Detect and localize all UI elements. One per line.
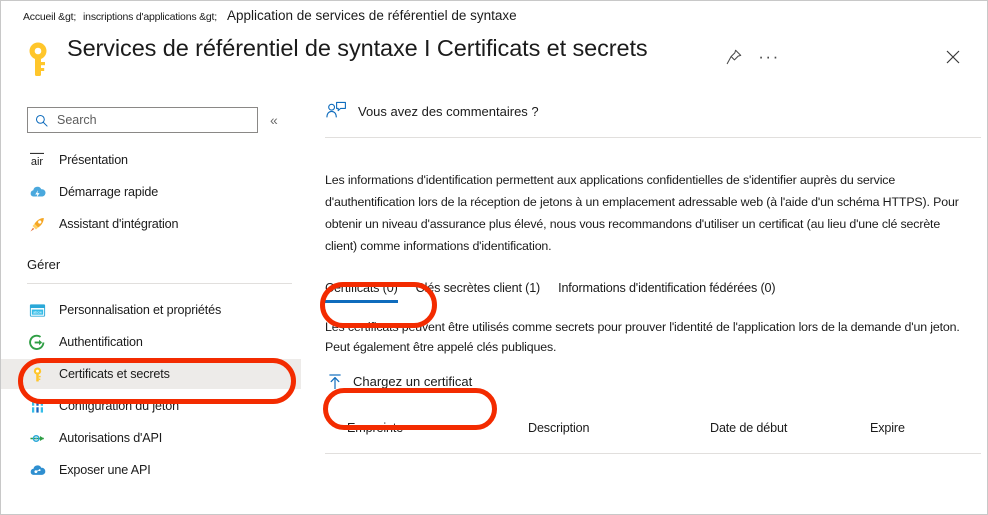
sidebar-item-assistant-integration[interactable]: Assistant d'intégration: [1, 209, 301, 239]
sidebar-item-label: Certificats et secrets: [59, 367, 170, 381]
feedback-button[interactable]: Vous avez des commentaires ?: [325, 101, 539, 121]
cloud-lightning-icon: [27, 182, 47, 202]
intro-paragraph: Les informations d'identification permet…: [325, 173, 959, 253]
key-icon: [21, 40, 55, 78]
sidebar-item-demarrage-rapide[interactable]: Démarrage rapide: [1, 177, 301, 207]
sidebar-item-label: Personnalisation et propriétés: [59, 303, 222, 317]
sidebar-item-label: Authentification: [59, 335, 143, 349]
more-options-button[interactable]: ···: [755, 43, 783, 71]
feedback-person-icon: [325, 101, 347, 121]
main-content: Vous avez des commentaires ? Les informa…: [321, 89, 981, 514]
sidebar-item-personnalisation[interactable]: abcw Personnalisation et propriétés: [1, 295, 301, 325]
search-box[interactable]: [27, 107, 258, 133]
arrow-in-circle-icon: [27, 332, 47, 352]
token-bars-icon: [27, 396, 47, 416]
sidebar-item-autorisations-api[interactable]: Autorisations d'API: [1, 423, 301, 453]
breadcrumb-home[interactable]: Accueil &gt;: [23, 11, 76, 23]
feedback-label: Vous avez des commentaires ?: [358, 103, 539, 119]
sidebar-section-label: Gérer: [27, 257, 61, 272]
content-divider: [325, 137, 981, 138]
cloud-api-icon: [27, 460, 47, 480]
blade-header: Services de référentiel de syntaxe I Cer…: [1, 35, 987, 83]
sidebar-item-authentification[interactable]: Authentification: [1, 327, 301, 357]
upload-arrow-icon: [327, 373, 343, 390]
tab-certificats[interactable]: Certificats (0): [325, 281, 398, 303]
certificates-table-header: Empreinte Description Date de début Expi…: [325, 421, 981, 451]
upload-certificate-button[interactable]: Chargez un certificat: [327, 373, 472, 390]
svg-text:air: air: [31, 156, 44, 168]
column-header-description[interactable]: Description: [528, 421, 589, 435]
sidebar-item-certificats-et-secrets[interactable]: Certificats et secrets: [1, 359, 301, 389]
sidebar-item-label: Assistant d'intégration: [59, 217, 179, 231]
sidebar-search-row: «: [27, 107, 292, 133]
sidebar-item-label: Exposer une API: [59, 463, 151, 477]
azure-portal-blade: Accueil &gt; inscriptions d'applications…: [0, 0, 988, 515]
sidebar: « air Présentation Démarrage rapide: [1, 89, 301, 514]
branding-window-icon: abcw: [27, 300, 47, 320]
sidebar-item-label: Démarrage rapide: [59, 185, 159, 199]
tab-bar: Certificats (0) Clés secrètes client (1)…: [325, 281, 776, 303]
rocket-icon: [27, 214, 47, 234]
column-header-date-de-debut[interactable]: Date de début: [710, 421, 787, 435]
api-arrow-icon: [27, 428, 47, 448]
close-icon[interactable]: [939, 43, 967, 71]
tab-cles-secretes-client[interactable]: Clés secrètes client (1): [416, 281, 541, 303]
sidebar-item-label: Autorisations d'API: [59, 431, 163, 445]
sidebar-item-label: Présentation: [59, 153, 128, 167]
column-header-empreinte[interactable]: Empreinte: [347, 421, 403, 435]
sidebar-item-exposer-une-api[interactable]: Exposer une API: [1, 455, 301, 485]
page-title: Services de référentiel de syntaxe I Cer…: [67, 35, 648, 61]
breadcrumb: Accueil &gt; inscriptions d'applications…: [23, 8, 517, 23]
collapse-sidebar-button[interactable]: «: [270, 112, 278, 128]
search-input[interactable]: [55, 112, 235, 128]
svg-text:abcw: abcw: [33, 310, 42, 314]
search-icon: [35, 114, 48, 127]
table-header-rule: [325, 453, 981, 454]
breadcrumb-current: Application de services de référentiel d…: [226, 8, 517, 23]
sidebar-divider: [27, 283, 292, 284]
sidebar-item-configuration-jeton[interactable]: Configuration du jeton: [1, 391, 301, 421]
column-header-expire[interactable]: Expire: [870, 421, 905, 435]
upload-certificate-label: Chargez un certificat: [353, 374, 473, 389]
pin-icon[interactable]: [719, 43, 747, 71]
breadcrumb-app-registrations[interactable]: inscriptions d'applications &gt;: [83, 11, 217, 23]
tab-description: Les certificats peuvent être utilisés co…: [325, 320, 960, 354]
overview-icon: air: [27, 150, 47, 170]
sidebar-item-label: Configuration du jeton: [59, 399, 179, 413]
sidebar-item-presentation[interactable]: air Présentation: [1, 145, 301, 175]
key-icon: [27, 364, 47, 384]
tab-informations-identification-federees[interactable]: Informations d'identification fédérées (…: [558, 281, 775, 303]
